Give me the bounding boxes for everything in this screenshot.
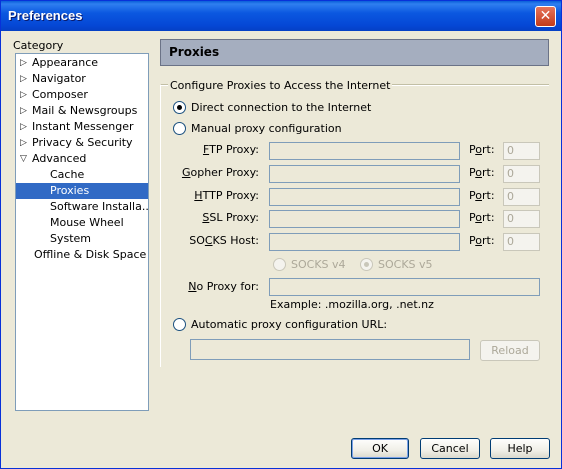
category-item[interactable]: Software Installa... bbox=[16, 199, 148, 215]
category-item[interactable]: ▷ Navigator bbox=[16, 71, 148, 87]
socks-host-label: SOCKS Host: bbox=[189, 234, 259, 247]
category-item-label: Offline & Disk Space bbox=[34, 248, 147, 261]
panel-header: Proxies bbox=[160, 39, 549, 66]
gopher-proxy-label: Gopher Proxy: bbox=[181, 166, 259, 179]
socks-port-input[interactable]: 0 bbox=[503, 233, 540, 251]
category-item[interactable]: Cache bbox=[16, 167, 148, 183]
title-bar[interactable]: Preferences ✕ bbox=[1, 1, 561, 31]
gopher-port-label: Port: bbox=[469, 166, 495, 179]
ssl-proxy-label: SSL Proxy: bbox=[202, 211, 259, 224]
ssl-port-input[interactable]: 0 bbox=[503, 210, 540, 228]
category-item[interactable]: ▷ Composer bbox=[16, 87, 148, 103]
category-item[interactable]: System bbox=[16, 231, 148, 247]
category-item-label: Appearance bbox=[32, 56, 99, 69]
http-port-input[interactable]: 0 bbox=[503, 188, 540, 206]
panel-title: Proxies bbox=[169, 45, 220, 59]
category-item-label: Proxies bbox=[50, 184, 90, 197]
collapsed-twisty-icon[interactable]: ▷ bbox=[20, 135, 30, 151]
category-item-label: Advanced bbox=[32, 152, 87, 165]
ok-button[interactable]: OK bbox=[351, 438, 409, 459]
socks-v4-label: SOCKS v4 bbox=[291, 258, 346, 271]
ssl-port-label: Port: bbox=[469, 211, 495, 224]
category-item[interactable]: Offline & Disk Space bbox=[16, 247, 148, 263]
no-proxy-input[interactable] bbox=[269, 278, 540, 296]
collapsed-twisty-icon[interactable]: ▷ bbox=[20, 71, 30, 87]
category-item-label: Privacy & Security bbox=[32, 136, 133, 149]
no-proxy-label: No Proxy for: bbox=[188, 280, 259, 293]
category-item-label: Navigator bbox=[32, 72, 86, 85]
category-item-label: System bbox=[50, 232, 92, 245]
socks-port-label: Port: bbox=[469, 234, 495, 247]
radio-icon bbox=[173, 122, 186, 135]
category-item[interactable]: ▷ Instant Messenger bbox=[16, 119, 148, 135]
ftp-proxy-input[interactable] bbox=[269, 142, 460, 160]
http-proxy-input[interactable] bbox=[269, 188, 460, 206]
collapsed-twisty-icon[interactable]: ▷ bbox=[20, 55, 30, 71]
group-label: Configure Proxies to Access the Internet bbox=[168, 79, 393, 92]
category-item-label: Cache bbox=[50, 168, 85, 181]
radio-icon bbox=[273, 258, 286, 271]
radio-icon bbox=[173, 101, 186, 114]
socks-v5-label: SOCKS v5 bbox=[378, 258, 433, 271]
close-icon[interactable]: ✕ bbox=[535, 6, 556, 27]
ftp-port-input[interactable]: 0 bbox=[503, 142, 540, 160]
gopher-proxy-input[interactable] bbox=[269, 165, 460, 183]
ssl-proxy-input[interactable] bbox=[269, 210, 460, 228]
reload-button[interactable]: Reload bbox=[480, 340, 540, 361]
ftp-port-label: Port: bbox=[469, 143, 495, 156]
preferences-window: Preferences ✕ Category ▷ Appearance ▷ Navig… bbox=[0, 0, 562, 469]
category-item[interactable]: ▷ Appearance bbox=[16, 55, 148, 71]
category-item[interactable]: ▷ Mail & Newsgroups bbox=[16, 103, 148, 119]
collapsed-twisty-icon[interactable]: ▷ bbox=[20, 103, 30, 119]
collapsed-twisty-icon[interactable]: ▷ bbox=[20, 119, 30, 135]
manual-proxy-label: Manual proxy configuration bbox=[191, 122, 342, 135]
help-button[interactable]: Help bbox=[490, 438, 550, 459]
direct-connection-label: Direct connection to the Internet bbox=[191, 101, 372, 114]
cancel-button[interactable]: Cancel bbox=[420, 438, 480, 459]
category-item[interactable]: ▽ Advanced bbox=[16, 151, 148, 167]
category-item-label: Mail & Newsgroups bbox=[32, 104, 138, 117]
category-item-label: Instant Messenger bbox=[32, 120, 134, 133]
auto-proxy-label: Automatic proxy configuration URL: bbox=[191, 318, 388, 331]
category-label: Category bbox=[13, 39, 64, 52]
category-item[interactable]: ▷ Privacy & Security bbox=[16, 135, 148, 151]
category-item[interactable]: Proxies bbox=[16, 183, 148, 199]
category-item-label: Composer bbox=[32, 88, 88, 101]
http-proxy-label: HTTP Proxy: bbox=[194, 189, 259, 202]
socks-host-input[interactable] bbox=[269, 233, 460, 251]
no-proxy-example: Example: .mozilla.org, .net.nz bbox=[270, 298, 434, 311]
auto-proxy-url-input[interactable] bbox=[190, 339, 470, 360]
expanded-twisty-icon[interactable]: ▽ bbox=[20, 151, 30, 167]
radio-icon bbox=[360, 258, 373, 271]
ftp-proxy-label: FTP Proxy: bbox=[202, 143, 259, 156]
gopher-port-input[interactable]: 0 bbox=[503, 165, 540, 183]
http-port-label: Port: bbox=[469, 189, 495, 202]
category-item-label: Mouse Wheel bbox=[50, 216, 124, 229]
collapsed-twisty-icon[interactable]: ▷ bbox=[20, 87, 30, 103]
category-item-label: Software Installa... bbox=[50, 200, 148, 213]
radio-icon bbox=[173, 318, 186, 331]
category-item[interactable]: Mouse Wheel bbox=[16, 215, 148, 231]
window-title: Preferences bbox=[8, 8, 83, 23]
category-tree[interactable]: ▷ Appearance ▷ Navigator ▷ Composer ▷ Mail & Ne… bbox=[15, 53, 149, 411]
